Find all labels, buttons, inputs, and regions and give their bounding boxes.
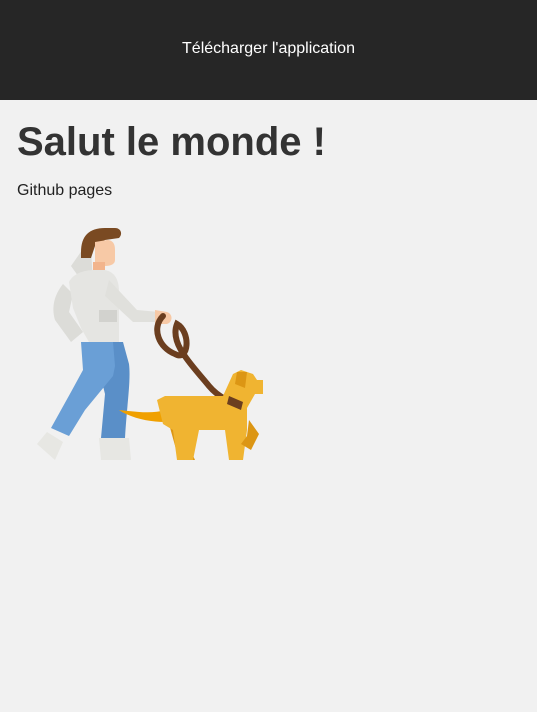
main-content: Salut le monde ! Github pages	[17, 100, 520, 201]
page-subtitle: Github pages	[17, 182, 113, 199]
back-shoe-shape	[99, 438, 131, 460]
download-app-link[interactable]: Télécharger l'application	[178, 38, 359, 60]
person-walking-dog-icon	[37, 228, 263, 460]
front-shoe-shape	[37, 432, 63, 460]
page-title: Salut le monde !	[17, 120, 326, 164]
pocket-shape	[99, 310, 117, 322]
top-bar: Télécharger l'application	[0, 0, 537, 100]
